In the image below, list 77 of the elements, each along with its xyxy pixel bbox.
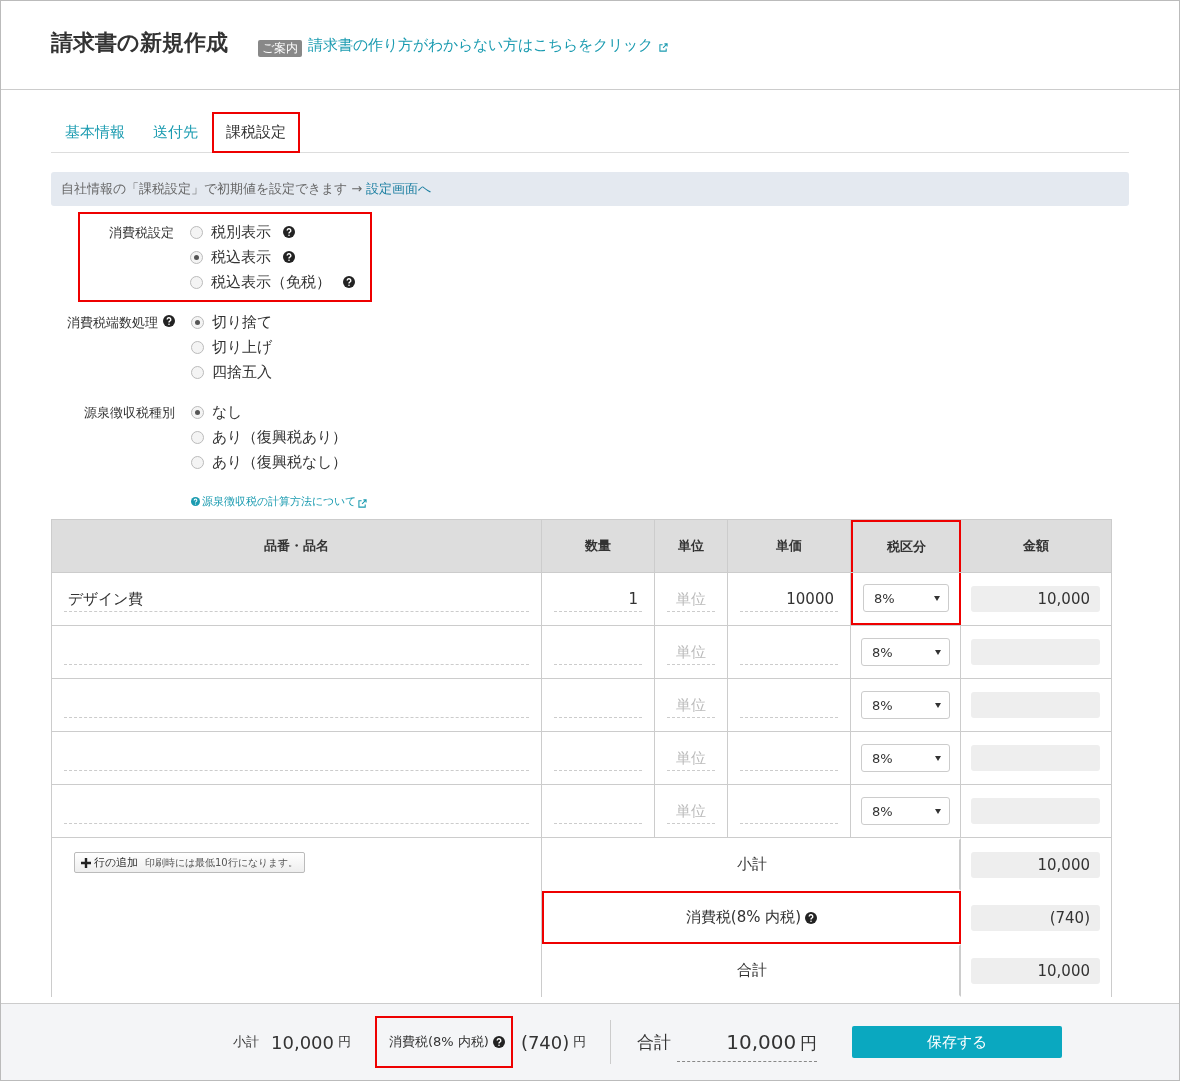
total-value: 10,000 <box>726 1030 797 1054</box>
subtotal-value: 10,000 <box>271 1031 334 1053</box>
help-icon[interactable] <box>805 911 818 924</box>
help-icon[interactable] <box>343 276 355 288</box>
total-label: 合計 <box>637 1030 672 1054</box>
caret-icon <box>935 755 941 761</box>
radio-label: なし <box>212 402 242 422</box>
help-icon[interactable] <box>492 1036 505 1048</box>
amount-field: 10,000 <box>971 586 1100 612</box>
radio-label: 税込表示（免税） <box>211 272 331 292</box>
radio-button[interactable] <box>190 225 203 239</box>
radio-label: 四捨五入 <box>212 362 272 382</box>
tab[interactable]: 送付先 <box>139 112 212 153</box>
tax-rate-dropdown[interactable]: 8% <box>861 797 950 825</box>
caret-icon <box>934 595 940 601</box>
save-button[interactable]: 保存する <box>852 1026 1063 1058</box>
withholding-link[interactable]: 源泉徴収税の計算方法について <box>202 494 356 509</box>
tab[interactable]: 基本情報 <box>51 112 139 153</box>
column-header: 単価 <box>728 520 851 572</box>
settings-link[interactable]: 設定画面へ <box>366 180 432 198</box>
page-title: 請求書の新規作成 <box>51 29 228 57</box>
tab[interactable]: 課税設定 <box>212 112 300 153</box>
summary-value: 10,000 <box>971 851 1100 878</box>
quantity-field[interactable]: 1 <box>554 586 642 612</box>
column-header: 数量 <box>542 520 655 572</box>
price-field[interactable]: 10000 <box>740 586 838 612</box>
column-header: 金額 <box>1021 537 1050 555</box>
tax-rate-dropdown[interactable]: 8% <box>861 638 950 666</box>
column-header: 単位 <box>655 520 728 572</box>
help-icon[interactable] <box>283 251 295 263</box>
tax-value: (740) <box>520 1031 570 1053</box>
setting-label: 源泉徴収税種別 <box>84 405 175 422</box>
tax-rate-dropdown[interactable]: 8% <box>861 691 950 719</box>
radio-button[interactable] <box>191 405 204 419</box>
help-icon[interactable] <box>163 315 175 327</box>
guide-badge: ご案内 <box>258 39 302 57</box>
column-header: 税区分 <box>851 520 961 572</box>
tax-rate-dropdown[interactable]: 8% <box>863 584 949 612</box>
notice-text: 自社情報の「課税設定」で初期値を設定できます → <box>61 180 363 198</box>
plus-icon <box>81 857 91 868</box>
radio-button[interactable] <box>191 340 204 354</box>
radio-label: 税別表示 <box>211 222 271 242</box>
item-name-field[interactable]: デザイン費 <box>64 586 529 612</box>
yen-unit: 円 <box>800 1032 818 1055</box>
summary-value: 10,000 <box>971 957 1100 984</box>
radio-button[interactable] <box>191 365 204 379</box>
radio-label: 切り捨て <box>212 312 272 332</box>
setting-label: 消費税端数処理 <box>67 315 158 332</box>
radio-label: あり（復興税あり） <box>212 427 347 447</box>
help-icon[interactable] <box>283 226 295 238</box>
radio-button[interactable] <box>191 455 204 469</box>
add-row-button[interactable]: 行の追加 印刷時には最低10行になります。 <box>74 852 305 873</box>
radio-label: 切り上げ <box>212 337 272 357</box>
summary-label: 小計 <box>736 855 767 874</box>
column-header: 品番・品名 <box>52 520 542 572</box>
caret-icon <box>935 808 941 814</box>
radio-button[interactable] <box>190 250 203 264</box>
caret-icon <box>935 649 941 655</box>
radio-label: あり（復興税なし） <box>212 452 347 472</box>
external-link-icon <box>659 42 668 52</box>
guide-link[interactable]: 請求書の作り方がわからない方はこちらをクリック <box>308 35 653 55</box>
radio-button[interactable] <box>191 430 204 444</box>
radio-label: 税込表示 <box>211 247 271 267</box>
radio-button[interactable] <box>191 315 204 329</box>
summary-label: 合計 <box>736 961 767 980</box>
caret-icon <box>935 702 941 708</box>
setting-label: 消費税設定 <box>109 225 174 242</box>
summary-value: (740) <box>971 904 1100 931</box>
yen-unit: 円 <box>338 1033 351 1051</box>
yen-unit: 円 <box>573 1033 587 1051</box>
subtotal-label: 小計 <box>233 1033 259 1051</box>
radio-button[interactable] <box>190 275 203 289</box>
help-icon <box>191 497 200 506</box>
external-link-icon <box>358 499 367 508</box>
tax-label: 消費税(8% 内税) <box>389 1033 489 1051</box>
tax-rate-dropdown[interactable]: 8% <box>861 744 950 772</box>
summary-label: 消費税(8% 内税) <box>685 908 802 927</box>
